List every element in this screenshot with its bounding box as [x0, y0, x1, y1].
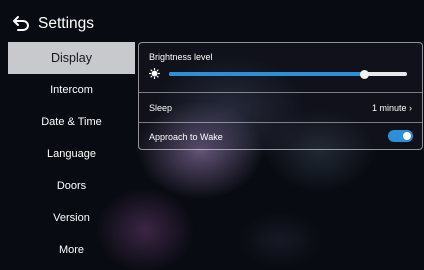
sidebar-item-intercom[interactable]: Intercom — [8, 74, 135, 106]
approach-to-wake-row: Approach to Wake — [139, 123, 422, 149]
brightness-label: Brightness level — [149, 52, 213, 62]
chevron-right-icon: › — [409, 103, 412, 113]
sidebar-item-label: Version — [53, 212, 90, 224]
sidebar-item-label: Language — [47, 148, 96, 160]
brightness-slider[interactable] — [169, 69, 407, 79]
sidebar-item-label: Doors — [56, 180, 87, 192]
sidebar-item-language[interactable]: Language — [8, 138, 135, 170]
page-title: Settings — [38, 15, 95, 32]
brightness-icon — [149, 68, 160, 79]
sidebar-item-label: Display — [51, 51, 92, 65]
sidebar-item-label: Date & Time — [41, 116, 102, 128]
sleep-value: 1 minute › — [372, 103, 412, 113]
sleep-value-text: 1 minute — [371, 103, 407, 113]
sidebar-item-more[interactable]: More — [8, 234, 135, 266]
approach-to-wake-label: Approach to Wake — [149, 132, 223, 142]
sidebar-item-display[interactable]: Display — [8, 42, 135, 74]
sleep-label: Sleep — [149, 103, 173, 113]
sidebar-item-version[interactable]: Version — [8, 202, 135, 234]
header: Settings — [0, 0, 424, 42]
slider-fill — [169, 72, 365, 76]
sidebar: Display Intercom Date & Time Language Do… — [8, 42, 135, 270]
sidebar-item-label: More — [58, 244, 85, 256]
toggle-knob — [403, 132, 411, 140]
sidebar-item-doors[interactable]: Doors — [8, 170, 135, 202]
sidebar-item-label: Intercom — [50, 84, 93, 96]
sidebar-item-date-time[interactable]: Date & Time — [8, 106, 135, 138]
approach-to-wake-toggle[interactable] — [388, 130, 413, 142]
sleep-setting-row[interactable]: Sleep 1 minute › — [139, 93, 422, 121]
back-arrow-icon[interactable] — [12, 15, 30, 31]
slider-thumb[interactable] — [359, 69, 369, 79]
display-settings-panel: Brightness level Sleep 1 minute › Approa… — [138, 42, 423, 150]
